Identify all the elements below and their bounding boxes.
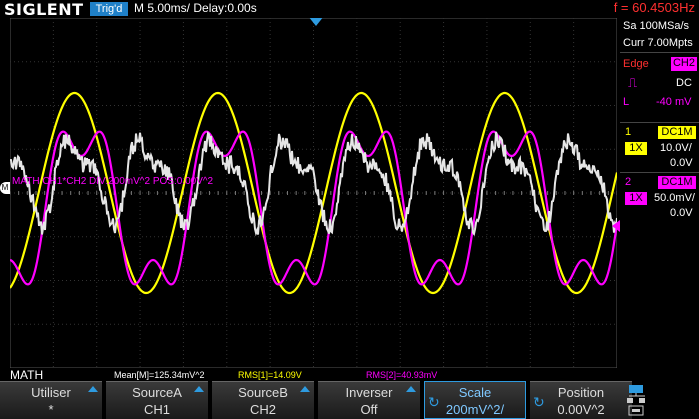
ch1-panel[interactable]: 1 DC1M 1X 10.0V/ 0.0V	[620, 122, 699, 171]
softkey-value: 0.00V^2	[530, 402, 632, 417]
softkey-value: 200mV^2/	[425, 402, 525, 417]
measurement-mean: Mean[M]=125.34mV^2	[114, 370, 205, 380]
softkey-value: Off	[318, 402, 420, 417]
edge-slope-icon: ⎍	[628, 75, 637, 91]
ch1-offset: 0.0V	[670, 157, 693, 169]
softkey-value: CH1	[106, 402, 208, 417]
softkey-label: SourceA	[106, 385, 208, 400]
ch1-number: 1	[625, 126, 631, 138]
trigger-type: Edge	[623, 58, 649, 70]
ch2-probe: 1X	[625, 192, 647, 205]
softkey-label: Position	[530, 385, 632, 400]
softkey-inverser[interactable]: Inverser Off	[318, 381, 420, 419]
softkey-utiliser[interactable]: Utiliser *	[0, 381, 102, 419]
math-ground-marker[interactable]: M	[0, 182, 10, 194]
softkey-scale[interactable]: ↻ Scale 200mV^2/	[424, 381, 526, 419]
trigger-status-badge: Trig'd	[90, 2, 128, 16]
sample-rate: Sa 100MSa/s	[623, 20, 689, 32]
softkey-label: SourceB	[212, 385, 314, 400]
trigger-coupling: DC	[676, 77, 692, 89]
right-info-panel: Sa 100MSa/s Curr 7.00Mpts Edge CH2 ⎍ DC …	[620, 18, 699, 368]
trigger-panel[interactable]: Edge CH2 ⎍ DC L -40 mV	[620, 52, 699, 121]
measurement-rms1: RMS[1]=14.09V	[238, 370, 302, 380]
up-arrow-icon	[88, 386, 98, 392]
ch2-level-marker[interactable]	[612, 220, 620, 232]
ch1-scale: 10.0V/	[660, 142, 692, 154]
softkey-value: CH2	[212, 402, 314, 417]
brand-logo: SIGLENT	[4, 0, 84, 19]
softkey-sourcea[interactable]: SourceA CH1	[106, 381, 208, 419]
softkey-bar: Utiliser * SourceA CH1 SourceB CH2 Inver…	[0, 381, 699, 419]
measurement-rms2: RMS[2]=40.93mV	[366, 370, 437, 380]
ch2-coupling: DC1M	[658, 176, 696, 189]
up-arrow-icon	[300, 386, 310, 392]
timebase-readout: M 5.00ms/ Delay:0.00s	[134, 1, 257, 15]
trigger-source: CH2	[671, 57, 697, 71]
ch1-coupling: DC1M	[658, 126, 696, 139]
trigger-level: -40 mV	[656, 96, 691, 108]
softkey-label: Scale	[425, 385, 525, 400]
softkey-label: Utiliser	[0, 385, 102, 400]
up-arrow-icon	[194, 386, 204, 392]
memory-depth: Curr 7.00Mpts	[623, 37, 693, 49]
up-arrow-icon	[406, 386, 416, 392]
ch2-number: 2	[625, 176, 631, 188]
ch2-scale: 50.0mV/	[654, 192, 695, 204]
softkey-position[interactable]: ↻ Position 0.00V^2	[530, 381, 632, 419]
status-bar: SIGLENT Trig'd M 5.00ms/ Delay:0.00s f =…	[0, 0, 699, 18]
waveform-display[interactable]: MATH CH1*CH2 DIV:200mV^2 POS:0.00V^2	[10, 18, 617, 368]
softkey-label: Inverser	[318, 385, 420, 400]
menu-title: MATH	[10, 368, 43, 382]
ch1-probe: 1X	[625, 142, 647, 155]
frequency-readout: f = 60.4503Hz	[614, 0, 695, 15]
math-info-label: MATH CH1*CH2 DIV:200mV^2 POS:0.00V^2	[12, 176, 214, 187]
softkey-sourceb[interactable]: SourceB CH2	[212, 381, 314, 419]
ch2-offset: 0.0V	[670, 207, 693, 219]
softkey-value: *	[0, 402, 102, 417]
network-icon	[625, 382, 695, 418]
trigger-level-label: L	[623, 96, 629, 108]
ch2-panel[interactable]: 2 DC1M 1X 50.0mV/ 0.0V	[620, 172, 699, 221]
